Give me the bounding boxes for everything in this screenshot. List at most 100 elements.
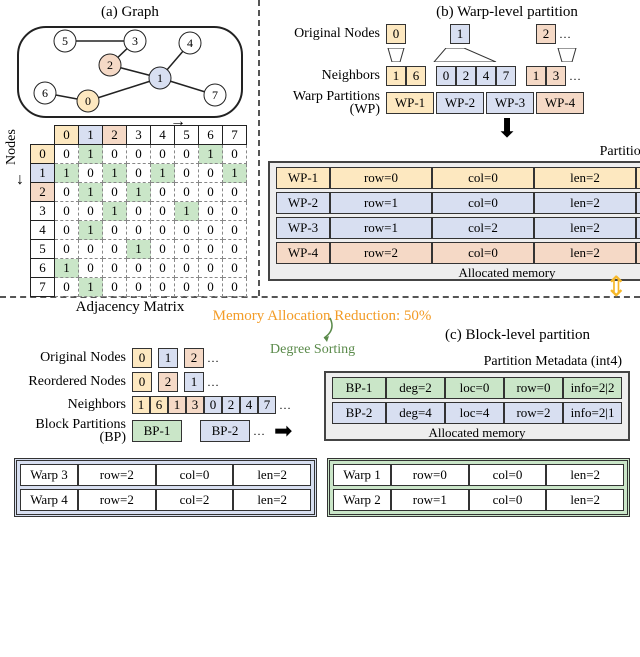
warp-name: Warp 1 — [333, 464, 391, 486]
warp-name: Warp 3 — [20, 464, 78, 486]
adj-cell: 0 — [151, 278, 175, 297]
wp-3: WP-3 — [486, 92, 534, 114]
adj-cell: 0 — [175, 183, 199, 202]
meta-row: WP-4row=2col=0len=2pad — [276, 242, 640, 264]
svg-text:2: 2 — [107, 58, 113, 72]
adj-row-header: 1 — [31, 164, 55, 183]
nb-cell: 2 — [456, 66, 476, 86]
wp-row: Warp Partitions (WP) WP-1 WP-2 WP-3 WP-4 — [268, 90, 640, 116]
meta-cell: info=2|1 — [563, 402, 622, 424]
warp-cell: col=0 — [469, 489, 547, 511]
meta-name: BP-2 — [332, 402, 386, 424]
bp-2: BP-2 — [200, 420, 250, 442]
meta-cell: col=2 — [432, 217, 534, 239]
svg-text:3: 3 — [132, 34, 138, 48]
adj-cell: 0 — [175, 221, 199, 240]
adjacency-wrap: Nodes ↓ → 0 1 2 3 4 5 6 7 00100001011010… — [10, 125, 250, 316]
meta-row: WP-3row=1col=2len=2pad — [276, 217, 640, 239]
adj-cell: 1 — [79, 278, 103, 297]
arrow-right-icon: ➡ — [274, 418, 292, 444]
warp-cell: len=2 — [546, 489, 624, 511]
adj-cell: 0 — [175, 278, 199, 297]
reord-nodes-label: Reordered Nodes — [14, 374, 132, 390]
adj-cell: 1 — [103, 164, 127, 183]
meta-cell: loc=0 — [445, 377, 504, 399]
pane-b-warp: (b) Warp-level partition Original Nodes … — [260, 0, 640, 296]
nb-cell: 1 — [526, 66, 546, 86]
warp-table-left: Warp 3row=2col=0len=2Warp 4row=2col=2len… — [14, 458, 317, 517]
adj-row-header: 0 — [31, 145, 55, 164]
meta-cell: deg=2 — [386, 377, 445, 399]
adj-row-header: 2 — [31, 183, 55, 202]
meta-panel-b: WP-1row=0col=0len=2padWP-2row=1col=0len=… — [268, 161, 640, 281]
orig-node-1-b: 1 — [450, 24, 470, 44]
meta-cell: len=2 — [534, 217, 636, 239]
adj-cell: 0 — [175, 240, 199, 259]
nb-cell: 6 — [150, 396, 168, 414]
meta-cell: deg=4 — [386, 402, 445, 424]
meta-cell: row=2 — [504, 402, 563, 424]
adj-cell: 0 — [79, 240, 103, 259]
orig-cell: 2 — [184, 348, 204, 368]
orig-nodes-row-b: Original Nodes 0 1 2 … — [268, 24, 640, 44]
warp-row: Warp 1row=0col=0len=2 — [333, 464, 624, 486]
warp-table-right: Warp 1row=0col=0len=2 Warp 2row=1col=0len… — [327, 458, 630, 517]
meta-name: WP-1 — [276, 167, 330, 189]
nb-cell: 4 — [476, 66, 496, 86]
adj-cell: 0 — [127, 145, 151, 164]
adj-cell: 0 — [127, 259, 151, 278]
wp-label: Warp Partitions (WP) — [268, 90, 386, 116]
nb-cell: 6 — [406, 66, 426, 86]
adj-cell: 0 — [127, 278, 151, 297]
warp-row: Warp 3row=2col=0len=2 — [20, 464, 311, 486]
neighbors-label-c: Neighbors — [14, 397, 132, 413]
wp-1: WP-1 — [386, 92, 434, 114]
orig-node-0-b: 0 — [386, 24, 406, 44]
adj-cell: 0 — [103, 183, 127, 202]
adj-cell: 0 — [223, 240, 247, 259]
warp-cell: row=1 — [391, 489, 469, 511]
adj-cell: 1 — [127, 240, 151, 259]
nodes-axis-label: Nodes — [4, 129, 20, 165]
nb-cell: 3 — [186, 396, 204, 414]
meta-cell: col=0 — [432, 242, 534, 264]
bp-1: BP-1 — [132, 420, 182, 442]
alloc-label-c: Allocated memory — [326, 425, 628, 441]
reord-cell: 2 — [158, 372, 178, 392]
dots-icon: … — [204, 351, 222, 366]
warp-cell: len=2 — [233, 489, 311, 511]
adj-cell: 1 — [127, 183, 151, 202]
arrow-right-icon: → — [170, 113, 186, 131]
nb-cell: 0 — [204, 396, 222, 414]
orig-nodes-row-c: Original Nodes 0 1 2 … — [14, 348, 314, 368]
adj-header-row: 0 1 2 3 4 5 6 7 — [31, 126, 247, 145]
adj-cell: 0 — [55, 221, 79, 240]
degree-sort-text: Degree Sorting — [270, 342, 355, 357]
meta-cell: len=2 — [534, 167, 636, 189]
adj-row: 500010000 — [31, 240, 247, 259]
block-left-col: Original Nodes 0 1 2 … Reordered Nodes 0… — [14, 348, 314, 448]
adj-cell: 0 — [175, 164, 199, 183]
meta-cell: info=2|2 — [563, 377, 622, 399]
warp-row: Warp 2row=1col=0len=2 — [333, 489, 624, 511]
meta-cell: pad — [636, 192, 640, 214]
meta-row: WP-2row=1col=0len=2pad — [276, 192, 640, 214]
dots-icon: … — [204, 375, 222, 390]
warp-name: Warp 2 — [333, 489, 391, 511]
reord-cell: 0 — [132, 372, 152, 392]
meta-cell: row=1 — [330, 192, 432, 214]
adj-row: 610000000 — [31, 259, 247, 278]
meta-cell: loc=4 — [445, 402, 504, 424]
adj-cell: 0 — [55, 183, 79, 202]
bp-label: Block Partitions (BP) — [14, 418, 132, 444]
adj-cell: 0 — [55, 145, 79, 164]
meta-row: BP-2deg=4loc=4row=2info=2|1 — [332, 402, 622, 424]
adj-cell: 0 — [175, 259, 199, 278]
svg-text:1: 1 — [157, 71, 163, 85]
dots-icon: … — [250, 424, 268, 439]
title-a: (a) Graph — [10, 4, 250, 21]
warp-cell: col=2 — [156, 489, 234, 511]
adj-cell: 0 — [151, 202, 175, 221]
adj-col-1: 1 — [79, 126, 103, 145]
nb-cell: 3 — [546, 66, 566, 86]
